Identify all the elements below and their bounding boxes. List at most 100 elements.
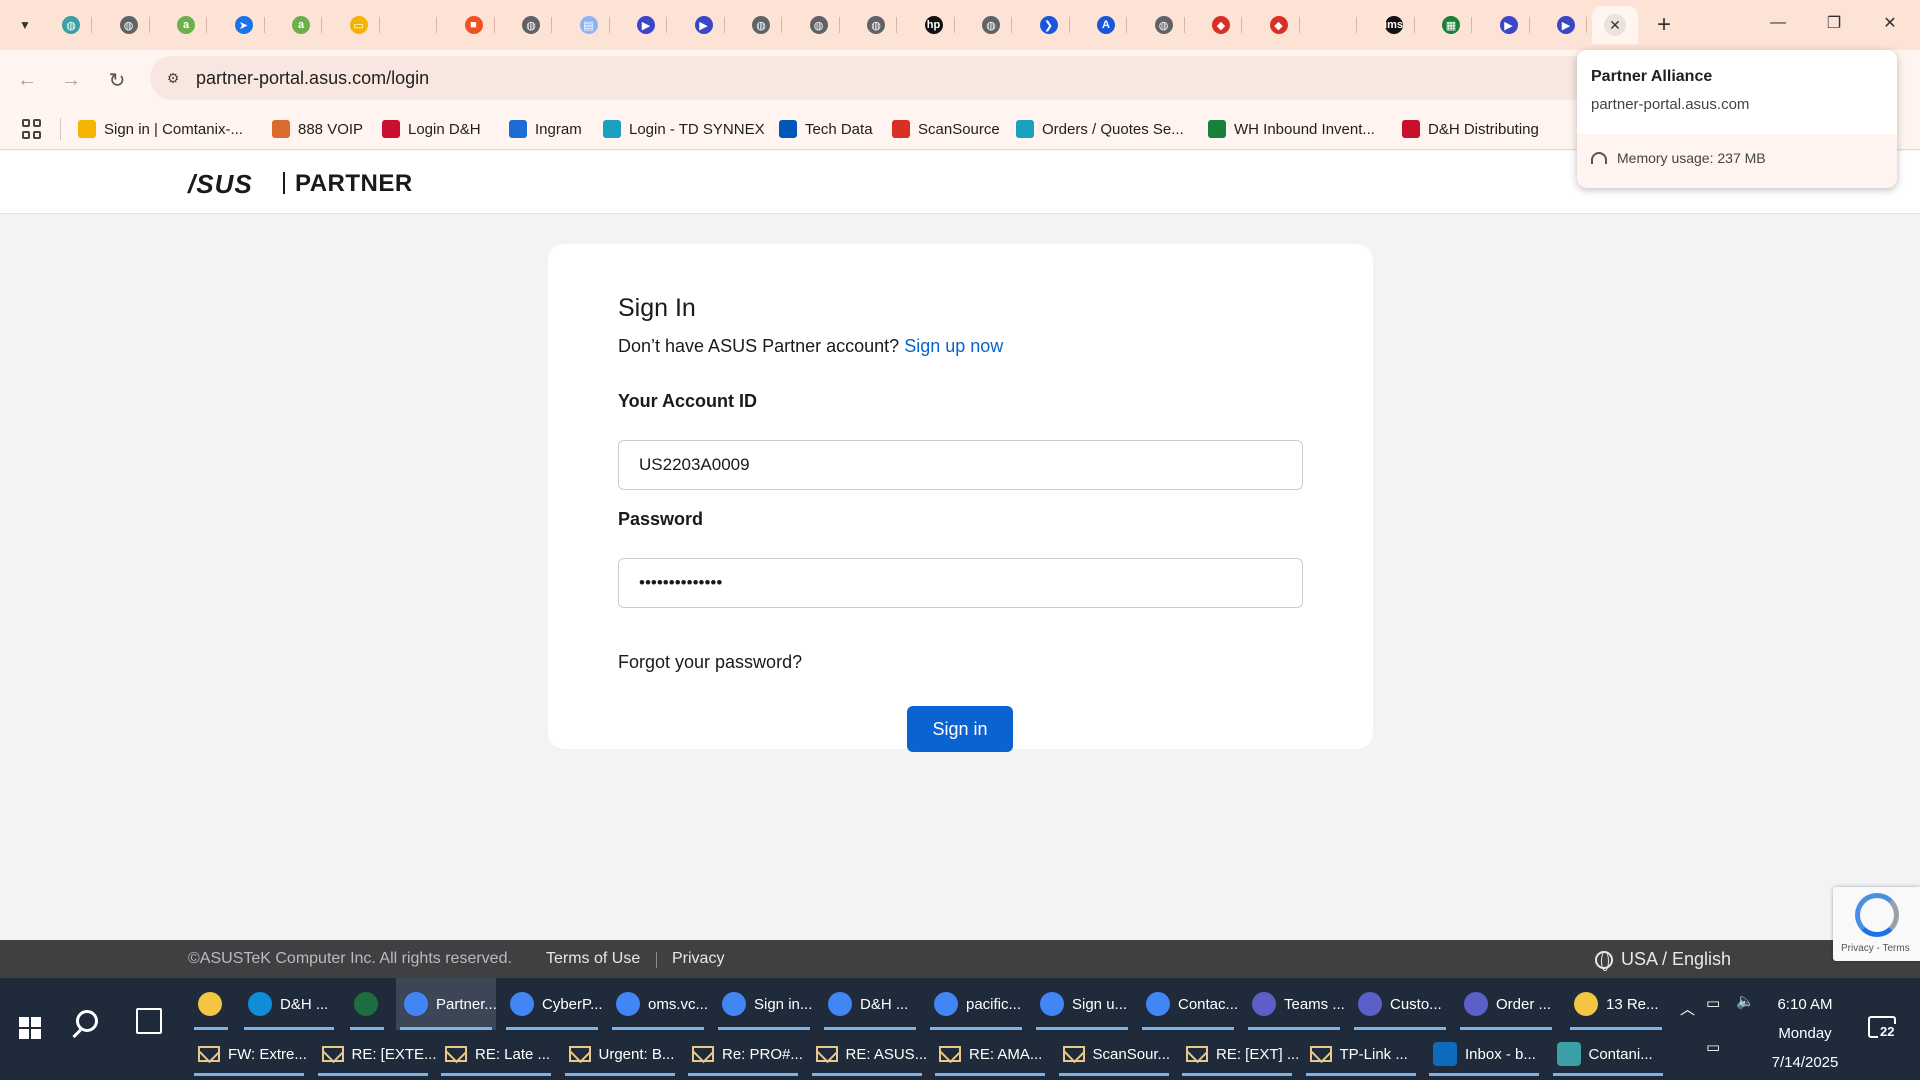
network-icon[interactable]: ▭: [1706, 1038, 1720, 1056]
tab-partner-alliance[interactable]: ✕: [1592, 6, 1638, 44]
taskbar-app-button[interactable]: pacific...: [926, 978, 1026, 1030]
browser-tab[interactable]: ➤: [223, 10, 265, 40]
back-button[interactable]: ←: [12, 65, 42, 95]
minimize-button[interactable]: —: [1750, 0, 1806, 46]
taskbar-app-button[interactable]: Sign in...: [714, 978, 814, 1030]
browser-tab[interactable]: ■: [453, 10, 495, 40]
browser-tab[interactable]: ◍: [740, 10, 782, 40]
taskbar-window-button[interactable]: RE: ASUS...: [808, 1032, 927, 1076]
browser-tab[interactable]: A: [1085, 10, 1127, 40]
taskbar-app-button[interactable]: [190, 978, 232, 1030]
browser-tab[interactable]: ▦: [1430, 10, 1472, 40]
taskbar-window-button[interactable]: Contani...: [1549, 1032, 1667, 1076]
bookmark-item[interactable]: Tech Data: [779, 118, 873, 140]
taskbar-app-label: Sign u...: [1072, 995, 1128, 1013]
browser-tab[interactable]: ims: [1373, 10, 1415, 40]
taskbar-window-button[interactable]: Re: PRO#...: [684, 1032, 803, 1076]
taskbar-app-button[interactable]: [346, 978, 388, 1030]
taskbar-app-button[interactable]: 13 Re...: [1566, 978, 1666, 1030]
browser-tab[interactable]: [1315, 10, 1357, 40]
taskbar-window-button[interactable]: Urgent: B...: [561, 1032, 679, 1076]
taskbar-window-button[interactable]: RE: Late ...: [437, 1032, 555, 1076]
bookmark-item[interactable]: WH Inbound Invent...: [1208, 118, 1375, 140]
browser-tab[interactable]: ❯: [1028, 10, 1070, 40]
search-icon[interactable]: [72, 1010, 102, 1040]
taskbar-window-button[interactable]: RE: [EXT] ...: [1178, 1032, 1299, 1076]
browser-tab[interactable]: hp: [913, 10, 955, 40]
taskbar-clock[interactable]: 6:10 AM Monday 7/14/2025: [1760, 990, 1850, 1077]
bookmark-label: Sign in | Comtanix-...: [104, 120, 243, 138]
bookmark-item[interactable]: Ingram: [509, 118, 582, 140]
recaptcha-badge[interactable]: Privacy - Terms: [1833, 887, 1920, 961]
taskbar-app-button[interactable]: Order ...: [1456, 978, 1556, 1030]
browser-tab[interactable]: ◆: [1258, 10, 1300, 40]
browser-tab[interactable]: ◆: [1200, 10, 1242, 40]
browser-tab[interactable]: ▭: [338, 10, 380, 40]
new-tab-button[interactable]: +: [1650, 11, 1678, 39]
forgot-password-link[interactable]: Forgot your password?: [618, 652, 802, 673]
browser-tab[interactable]: ◍: [855, 10, 897, 40]
taskbar-window-button[interactable]: ScanSour...: [1055, 1032, 1173, 1076]
address-bar[interactable]: ⚙ partner-portal.asus.com/login: [150, 56, 1710, 100]
bookmark-item[interactable]: ScanSource: [892, 118, 1000, 140]
password-field[interactable]: ••••••••••••••: [618, 558, 1303, 608]
tab-search-button[interactable]: ▼: [12, 12, 38, 38]
browser-tab[interactable]: ▤: [568, 10, 610, 40]
taskbar-window-button[interactable]: FW: Extre...: [190, 1032, 308, 1076]
site-info-icon[interactable]: ⚙: [162, 67, 184, 89]
forward-button[interactable]: →: [56, 65, 86, 95]
chevron-up-icon[interactable]: ︿: [1680, 998, 1695, 1019]
browser-tab[interactable]: ▶: [625, 10, 667, 40]
bookmark-item[interactable]: Login - TD SYNNEX: [603, 118, 765, 140]
recaptcha-links[interactable]: Privacy - Terms: [1841, 943, 1910, 954]
browser-tab[interactable]: ▶: [1545, 10, 1587, 40]
taskbar-app-button[interactable]: Contac...: [1138, 978, 1238, 1030]
tab-close-icon[interactable]: ✕: [1604, 14, 1626, 36]
apps-icon[interactable]: [22, 119, 42, 139]
browser-tab[interactable]: ◍: [1143, 10, 1185, 40]
asus-logo[interactable]: /SUS: [188, 169, 253, 200]
bookmark-item[interactable]: Sign in | Comtanix-...: [78, 118, 243, 140]
taskbar-app-button[interactable]: oms.vc...: [608, 978, 708, 1030]
taskbar-app-button[interactable]: Sign u...: [1032, 978, 1132, 1030]
bookmark-item[interactable]: 888 VOIP: [272, 118, 363, 140]
taskbar-app-button[interactable]: CyberP...: [502, 978, 603, 1030]
language-selector[interactable]: USA / English: [1595, 949, 1731, 971]
url-text[interactable]: partner-portal.asus.com/login: [196, 68, 429, 89]
taskbar-window-button[interactable]: Inbox - b...: [1425, 1032, 1543, 1076]
taskbar-app-button[interactable]: Teams ...: [1244, 978, 1345, 1030]
browser-tab[interactable]: a: [165, 10, 207, 40]
terms-link[interactable]: Terms of Use: [546, 950, 640, 968]
account-id-field[interactable]: US2203A0009: [618, 440, 1303, 490]
battery-icon[interactable]: ▭: [1706, 994, 1720, 1012]
browser-tab[interactable]: ◍: [510, 10, 552, 40]
close-window-button[interactable]: ✕: [1862, 0, 1918, 46]
taskbar-app-button[interactable]: D&H ...: [820, 978, 920, 1030]
task-view-icon[interactable]: [136, 1008, 162, 1034]
browser-tab[interactable]: ▶: [1488, 10, 1530, 40]
bookmark-item[interactable]: Orders / Quotes Se...: [1016, 118, 1184, 140]
taskbar-window-button[interactable]: TP-Link ...: [1302, 1032, 1420, 1076]
taskbar-app-button[interactable]: Partner...: [396, 978, 497, 1030]
taskbar-app-button[interactable]: D&H ...: [240, 978, 338, 1030]
taskbar-window-button[interactable]: RE: [EXTE...: [314, 1032, 437, 1076]
restore-button[interactable]: ❐: [1806, 0, 1862, 46]
start-button[interactable]: [10, 998, 50, 1058]
tab-separator: [148, 17, 150, 33]
browser-tab[interactable]: ◍: [798, 10, 840, 40]
volume-icon[interactable]: 🔈: [1736, 992, 1755, 1010]
browser-tab[interactable]: [395, 10, 437, 40]
browser-tab[interactable]: a: [280, 10, 322, 40]
taskbar-app-button[interactable]: Custo...: [1350, 978, 1450, 1030]
browser-tab[interactable]: ▶: [683, 10, 725, 40]
taskbar-window-button[interactable]: RE: AMA...: [931, 1032, 1049, 1076]
bookmark-item[interactable]: Login D&H: [382, 118, 481, 140]
privacy-link[interactable]: Privacy: [672, 950, 724, 968]
signup-link[interactable]: Sign up now: [904, 336, 1003, 356]
browser-tab[interactable]: ◍: [970, 10, 1012, 40]
reload-button[interactable]: ↻: [102, 65, 132, 95]
bookmark-item[interactable]: D&H Distributing: [1402, 118, 1539, 140]
browser-tab[interactable]: ◍: [108, 10, 150, 40]
signin-button[interactable]: Sign in: [907, 706, 1013, 752]
browser-tab[interactable]: ◍: [50, 10, 92, 40]
